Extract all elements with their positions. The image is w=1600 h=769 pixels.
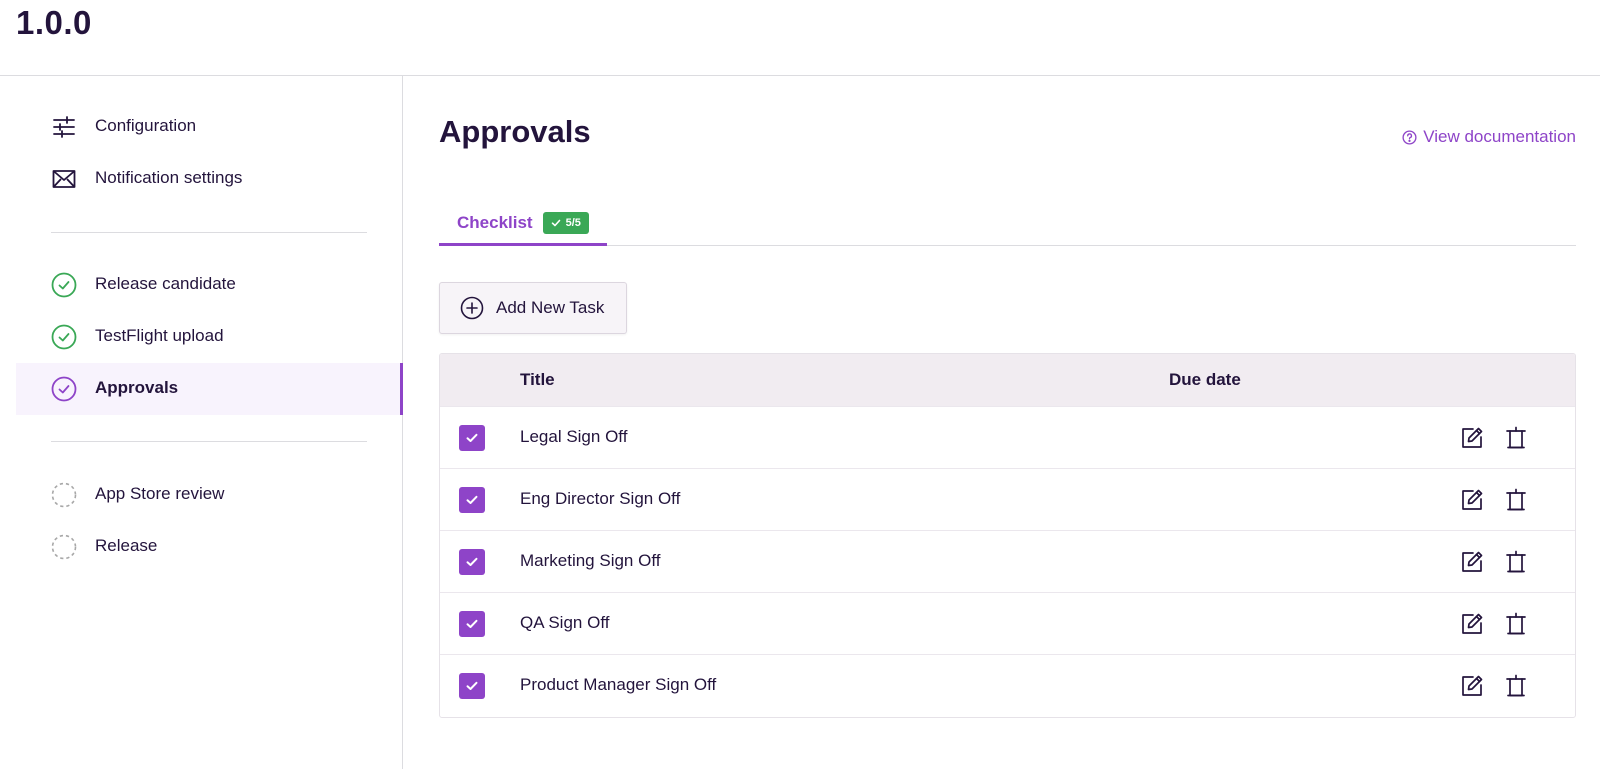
sidebar-item-testflight-upload[interactable]: TestFlight upload: [16, 311, 403, 363]
table-row: Product Manager Sign Off: [440, 654, 1575, 717]
sidebar-item-label: Configuration: [95, 116, 197, 135]
trash-icon[interactable]: [1502, 548, 1530, 576]
sidebar-item-release[interactable]: Release: [16, 521, 403, 573]
edit-icon[interactable]: [1458, 424, 1486, 452]
badge-count: 5/5: [565, 216, 581, 229]
task-title: Legal Sign Off: [520, 427, 628, 446]
sidebar-item-label: Release candidate: [95, 274, 236, 293]
sidebar-item-label: Approvals: [95, 378, 179, 397]
sidebar-item-app-store-review[interactable]: App Store review: [16, 469, 403, 521]
check-circle-icon: [51, 324, 77, 350]
task-checkbox[interactable]: [459, 673, 485, 699]
envelope-icon: [51, 166, 77, 192]
check-icon: [551, 218, 561, 228]
task-checkbox[interactable]: [459, 425, 485, 451]
add-button-label: Add New Task: [496, 298, 605, 317]
column-header-title: Title: [520, 370, 555, 389]
task-checkbox[interactable]: [459, 611, 485, 637]
check-icon: [464, 678, 480, 694]
tasks-table: Title Due date Legal Sign Off Eng Directo…: [439, 353, 1576, 718]
edit-icon[interactable]: [1458, 548, 1486, 576]
sliders-icon: [51, 114, 77, 140]
sidebar-item-label: Notification settings: [95, 168, 243, 187]
task-title: Eng Director Sign Off: [520, 489, 681, 508]
trash-icon[interactable]: [1502, 610, 1530, 638]
task-checkbox[interactable]: [459, 549, 485, 575]
page-title: Approvals: [439, 114, 591, 149]
sidebar-item-configuration[interactable]: Configuration: [16, 101, 403, 153]
dashed-circle-icon: [51, 482, 77, 508]
tab-bar: Checklist 5/5: [439, 206, 1576, 246]
help-circle-icon: [1402, 129, 1417, 145]
tab-checklist[interactable]: Checklist 5/5: [439, 206, 607, 246]
add-new-task-button[interactable]: Add New Task: [439, 282, 627, 334]
sidebar-divider: [51, 232, 367, 233]
sidebar: Configuration Notification settings Rele…: [0, 76, 403, 769]
sidebar-item-approvals[interactable]: Approvals: [16, 363, 403, 415]
check-circle-icon: [51, 272, 77, 298]
view-documentation-link[interactable]: View documentation: [1402, 127, 1576, 147]
task-title: Product Manager Sign Off: [520, 675, 717, 694]
trash-icon[interactable]: [1502, 424, 1530, 452]
status-badge: 5/5: [542, 211, 589, 234]
sidebar-divider: [51, 441, 367, 442]
main-content: Approvals View documentation Checklist 5…: [404, 76, 1600, 769]
check-circle-icon: [51, 376, 77, 402]
sidebar-item-label: TestFlight upload: [95, 326, 224, 345]
version-title: 1.0.0: [16, 4, 92, 41]
edit-icon[interactable]: [1458, 672, 1486, 700]
table-row: Legal Sign Off: [440, 406, 1575, 469]
sidebar-item-label: App Store review: [95, 484, 225, 503]
table-row: QA Sign Off: [440, 592, 1575, 655]
tab-label: Checklist: [457, 212, 533, 232]
dashed-circle-icon: [51, 534, 77, 560]
trash-icon[interactable]: [1502, 672, 1530, 700]
trash-icon[interactable]: [1502, 486, 1530, 514]
task-title: QA Sign Off: [520, 613, 610, 632]
edit-icon[interactable]: [1458, 486, 1486, 514]
task-title: Marketing Sign Off: [520, 551, 661, 570]
check-icon: [464, 430, 480, 446]
plus-circle-icon: [460, 296, 484, 320]
sidebar-item-release-candidate[interactable]: Release candidate: [16, 259, 403, 311]
table-row: Marketing Sign Off: [440, 530, 1575, 593]
table-row: Eng Director Sign Off: [440, 468, 1575, 531]
doc-link-label: View documentation: [1423, 127, 1576, 146]
task-checkbox[interactable]: [459, 487, 485, 513]
check-icon: [464, 616, 480, 632]
sidebar-item-notification-settings[interactable]: Notification settings: [16, 153, 403, 205]
check-icon: [464, 492, 480, 508]
column-header-due-date: Due date: [1169, 370, 1241, 389]
sidebar-item-label: Release: [95, 536, 158, 555]
edit-icon[interactable]: [1458, 610, 1486, 638]
top-bar: 1.0.0: [0, 0, 1600, 76]
table-header: Title Due date: [440, 354, 1575, 406]
check-icon: [464, 554, 480, 570]
